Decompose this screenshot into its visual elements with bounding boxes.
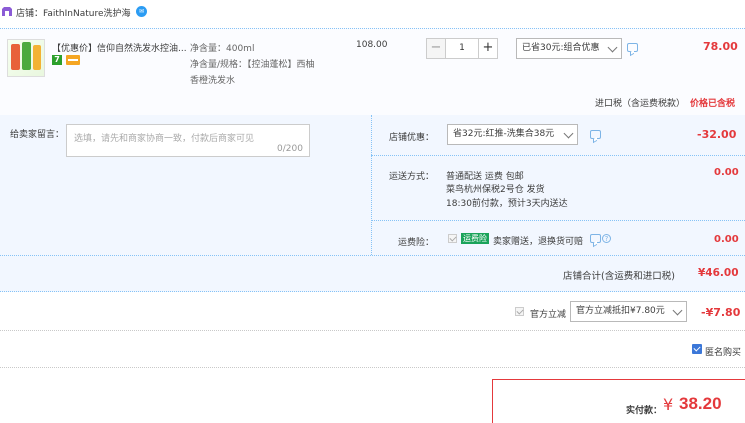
comment-icon[interactable] [590, 130, 601, 139]
shipping-label: 运送方式： [389, 172, 435, 182]
credit-card-icon [66, 55, 80, 65]
store-coupon-select[interactable]: 省32元:红推-洗集合38元 [447, 124, 578, 145]
chevron-down-icon [607, 42, 618, 53]
official-discount-label: 官方立减 [530, 310, 567, 320]
quantity-input[interactable]: 1 [446, 38, 478, 59]
anonymous-checkbox[interactable] [692, 344, 702, 354]
message-label: 给卖家留言： [10, 130, 65, 140]
official-discount-value: 官方立减抵扣¥7.80元 [576, 306, 665, 316]
divider [0, 367, 745, 368]
currency-symbol: ¥ [663, 395, 674, 414]
store-coupon-label: 店铺优惠： [389, 133, 435, 143]
store-coupon-amount: -32.00 [697, 128, 737, 141]
import-tax-status: 价格已含税 [690, 99, 736, 109]
payment-label: 实付款： [626, 406, 663, 416]
divider [371, 155, 745, 156]
product-thumbnail[interactable] [7, 39, 45, 77]
seven-day-return-icon: 7 [52, 55, 62, 65]
store-name[interactable]: 店铺：FaithInNature洗护海 [16, 6, 130, 19]
insurance-amount: 0.00 [714, 234, 739, 245]
divider [0, 330, 745, 331]
sku-spec-cont: 香橙洗发水 [190, 76, 236, 86]
store-coupon-value: 省32元:红推-洗集合38元 [453, 129, 555, 139]
promo-select[interactable]: 已省30元:组合优惠 [516, 38, 622, 59]
item-total-price: 78.00 [703, 40, 738, 53]
insurance-checkbox[interactable] [448, 234, 457, 243]
insurance-tag: 运费险 [461, 233, 489, 244]
sku-spec: 净含量/规格：【控油蓬松】西柚 [190, 60, 315, 70]
chevron-down-icon [672, 305, 683, 316]
item-title-link[interactable]: 【优惠价】信仰自然洗发水控油... [52, 41, 187, 54]
unit-price: 108.00 [356, 40, 388, 50]
comment-icon[interactable] [590, 234, 601, 243]
store-total-label: 店铺合计(含运费和进口税) [563, 271, 675, 282]
comment-icon[interactable] [627, 43, 638, 52]
seller-message-placeholder: 选填，请先和商家协商一致，付款后商家可见 [74, 134, 255, 144]
store-icon [2, 7, 12, 16]
store-total-amount: ¥46.00 [698, 267, 739, 279]
message-char-count: 0/200 [277, 144, 303, 154]
divider [371, 220, 745, 221]
decrease-button[interactable]: − [426, 38, 446, 59]
quantity-stepper: − 1 + [426, 38, 498, 59]
anonymous-label[interactable]: 匿名购买 [705, 345, 741, 358]
shipping-warehouse: 菜鸟杭州保税2号仓 发货 [446, 185, 545, 195]
promo-select-value: 已省30元:组合优惠 [522, 43, 600, 53]
wangwang-chat-icon[interactable]: ✉ [136, 6, 147, 17]
shipping-method: 普通配送 运费 包邮 [446, 172, 524, 182]
shipping-amount: 0.00 [714, 167, 739, 178]
insurance-label: 运费险： [398, 238, 435, 248]
insurance-desc: 卖家赠送，退换货可赔 [493, 237, 584, 247]
import-tax-label: 进口税（含运费税款） [595, 99, 686, 109]
chevron-down-icon [563, 128, 574, 139]
shipping-eta: 18:30前付款，预计3天内送达 [446, 199, 568, 209]
official-discount-amount: -¥7.80 [701, 306, 741, 319]
increase-button[interactable]: + [478, 38, 498, 59]
sku-net-content: 净含量：400ml [190, 44, 255, 54]
help-icon[interactable]: ? [602, 234, 611, 243]
official-discount-checkbox[interactable] [515, 307, 524, 316]
payment-amount: 38.20 [679, 394, 722, 413]
official-discount-select[interactable]: 官方立减抵扣¥7.80元 [570, 301, 687, 322]
